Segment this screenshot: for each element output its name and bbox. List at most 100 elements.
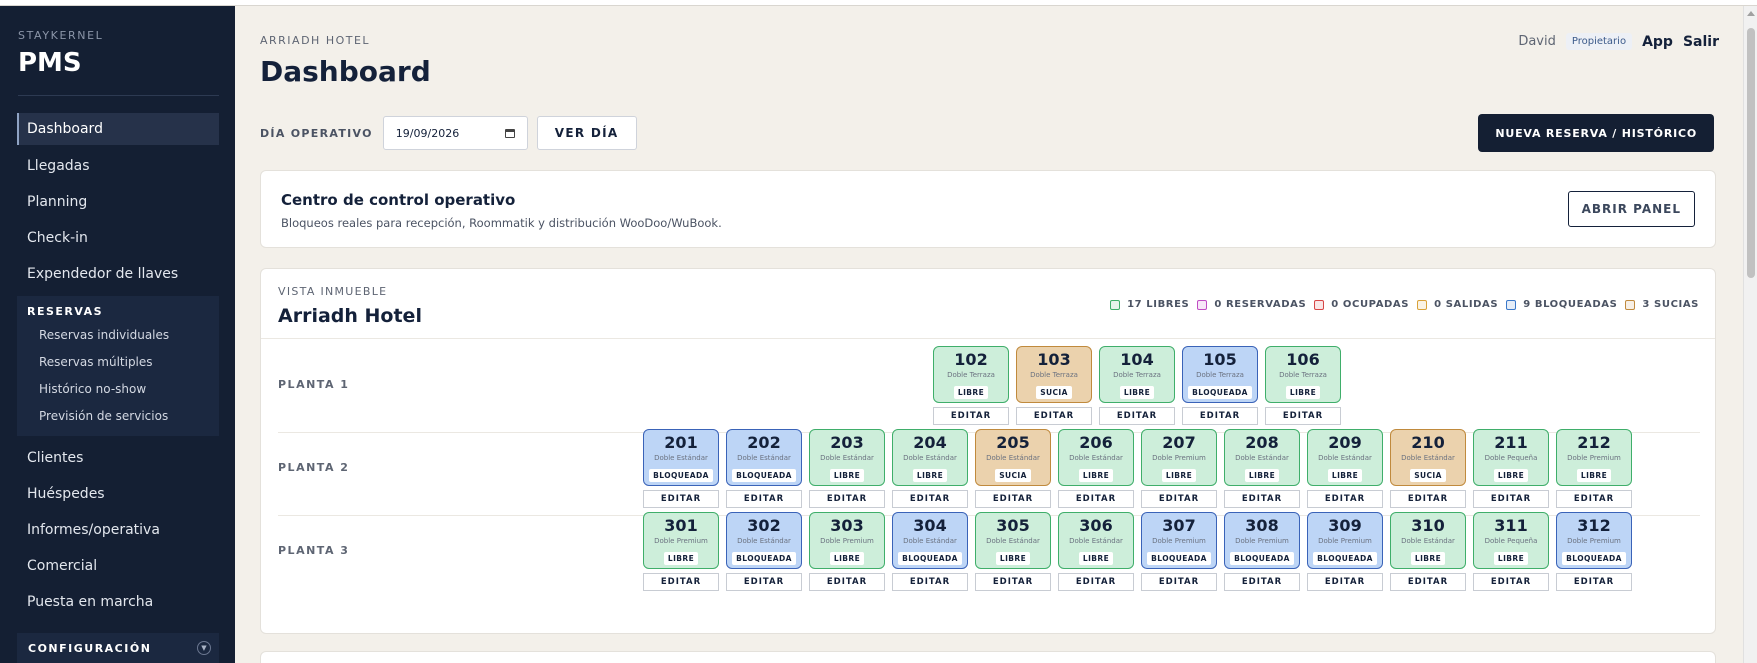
- room-status-badge: LIBRE: [829, 469, 865, 482]
- sidebar-item-historico-no-show[interactable]: Histórico no-show: [17, 376, 219, 403]
- sidebar-item-clientes[interactable]: Clientes: [17, 440, 219, 476]
- room-tile[interactable]: 207 Doble Premium LIBRE: [1141, 429, 1217, 486]
- edit-room-button[interactable]: EDITAR: [1307, 573, 1383, 591]
- scrollbar[interactable]: [1743, 6, 1757, 663]
- legend-label: 3 SUCIAS: [1642, 299, 1699, 310]
- room-status-badge: BLOQUEADA: [1230, 552, 1294, 565]
- floor-row: PLANTA 2 201 Doble Estándar BLOQUEADA EDITAR…: [278, 423, 1700, 516]
- edit-room-button[interactable]: EDITAR: [1473, 573, 1549, 591]
- room-202: 202 Doble Estándar BLOQUEADA EDITAR: [726, 429, 802, 508]
- room-tile[interactable]: 210 Doble Estándar SUCIA: [1390, 429, 1466, 486]
- room-status-badge: LIBRE: [953, 386, 989, 399]
- room-tile[interactable]: 305 Doble Estándar LIBRE: [975, 512, 1051, 569]
- sidebar-item-reservas-multiples[interactable]: Reservas múltiples: [17, 349, 219, 376]
- edit-room-button[interactable]: EDITAR: [643, 573, 719, 591]
- legend-swatch: [1417, 299, 1428, 310]
- scroll-up-icon[interactable]: [1747, 11, 1755, 16]
- sidebar-item-planning[interactable]: Planning: [17, 184, 219, 220]
- chevron-down-icon[interactable]: ▼: [197, 641, 211, 655]
- room-tile[interactable]: 312 Doble Premium BLOQUEADA: [1556, 512, 1632, 569]
- room-302: 302 Doble Estándar BLOQUEADA EDITAR: [726, 512, 802, 591]
- date-value: 19/09/2026: [395, 126, 460, 140]
- sidebar-item-prevision-servicios[interactable]: Previsión de servicios: [17, 403, 219, 430]
- edit-room-button[interactable]: EDITAR: [726, 573, 802, 591]
- room-status-badge: BLOQUEADA: [649, 469, 713, 482]
- room-312: 312 Doble Premium BLOQUEADA EDITAR: [1556, 512, 1632, 591]
- sidebar-group-configuracion[interactable]: CONFIGURACIÓN ▼: [17, 633, 219, 663]
- logout-link[interactable]: Salir: [1683, 34, 1719, 50]
- brand-logo[interactable]: PMS: [18, 48, 82, 78]
- room-tile[interactable]: 206 Doble Estándar LIBRE: [1058, 429, 1134, 486]
- sidebar-item-llegadas[interactable]: Llegadas: [17, 148, 219, 184]
- legend-item: 9 BLOQUEADAS: [1506, 299, 1617, 310]
- user-name: David: [1518, 34, 1556, 49]
- app-link[interactable]: App: [1642, 34, 1673, 50]
- date-input[interactable]: 19/09/2026: [382, 116, 528, 150]
- room-tile[interactable]: 106 Doble Terraza LIBRE: [1265, 346, 1341, 403]
- room-status-badge: SUCIA: [995, 469, 1031, 482]
- room-tile[interactable]: 303 Doble Premium LIBRE: [809, 512, 885, 569]
- sidebar-item-reservas-individuales[interactable]: Reservas individuales: [17, 322, 219, 349]
- sidebar-item-puesta-en-marcha[interactable]: Puesta en marcha: [17, 584, 219, 620]
- room-tile[interactable]: 304 Doble Estándar BLOQUEADA: [892, 512, 968, 569]
- edit-room-button[interactable]: EDITAR: [1058, 573, 1134, 591]
- edit-room-button[interactable]: EDITAR: [809, 573, 885, 591]
- edit-room-button[interactable]: EDITAR: [975, 573, 1051, 591]
- room-tile[interactable]: 301 Doble Premium LIBRE: [643, 512, 719, 569]
- room-tile[interactable]: 308 Doble Premium BLOQUEADA: [1224, 512, 1300, 569]
- room-tile[interactable]: 105 Doble Terraza BLOQUEADA: [1182, 346, 1258, 403]
- room-type: Doble Premium: [1318, 537, 1372, 545]
- hotel-name-subtitle: ARRIADH HOTEL: [260, 34, 371, 47]
- room-number: 311: [1494, 516, 1528, 535]
- room-tile[interactable]: 205 Doble Estándar SUCIA: [975, 429, 1051, 486]
- sidebar-group-title[interactable]: RESERVAS: [17, 302, 219, 322]
- legend-label: 0 RESERVADAS: [1214, 299, 1307, 310]
- room-type: Doble Premium: [1152, 537, 1206, 545]
- room-tile[interactable]: 306 Doble Estándar LIBRE: [1058, 512, 1134, 569]
- sidebar-item-informes[interactable]: Informes/operativa: [17, 512, 219, 548]
- room-type: Doble Estándar: [820, 454, 874, 462]
- room-number: 210: [1411, 433, 1445, 452]
- room-status-badge: LIBRE: [995, 552, 1031, 565]
- room-tile[interactable]: 311 Doble Pequeña LIBRE: [1473, 512, 1549, 569]
- room-number: 208: [1245, 433, 1279, 452]
- new-reservation-button[interactable]: NUEVA RESERVA / HISTÓRICO: [1478, 114, 1714, 152]
- room-tile[interactable]: 310 Doble Estándar LIBRE: [1390, 512, 1466, 569]
- room-308: 308 Doble Premium BLOQUEADA EDITAR: [1224, 512, 1300, 591]
- room-tile[interactable]: 211 Doble Pequeña LIBRE: [1473, 429, 1549, 486]
- room-tile[interactable]: 103 Doble Terraza SUCIA: [1016, 346, 1092, 403]
- room-tile[interactable]: 203 Doble Estándar LIBRE: [809, 429, 885, 486]
- room-tile[interactable]: 309 Doble Premium BLOQUEADA: [1307, 512, 1383, 569]
- edit-room-button[interactable]: EDITAR: [1141, 573, 1217, 591]
- edit-room-button[interactable]: EDITAR: [1224, 573, 1300, 591]
- room-tile[interactable]: 208 Doble Estándar LIBRE: [1224, 429, 1300, 486]
- room-tile[interactable]: 209 Doble Estándar LIBRE: [1307, 429, 1383, 486]
- sidebar-item-check-in[interactable]: Check-in: [17, 220, 219, 256]
- sidebar-item-dashboard[interactable]: Dashboard: [17, 113, 219, 145]
- room-tile[interactable]: 102 Doble Terraza LIBRE: [933, 346, 1009, 403]
- room-tile[interactable]: 212 Doble Premium LIBRE: [1556, 429, 1632, 486]
- scrollbar-thumb[interactable]: [1747, 28, 1755, 278]
- room-309: 309 Doble Premium BLOQUEADA EDITAR: [1307, 512, 1383, 591]
- room-tile[interactable]: 104 Doble Terraza LIBRE: [1099, 346, 1175, 403]
- open-panel-button[interactable]: ABRIR PANEL: [1567, 191, 1695, 227]
- room-tile[interactable]: 307 Doble Premium BLOQUEADA: [1141, 512, 1217, 569]
- room-tile[interactable]: 302 Doble Estándar BLOQUEADA: [726, 512, 802, 569]
- room-tile[interactable]: 202 Doble Estándar BLOQUEADA: [726, 429, 802, 486]
- room-number: 301: [664, 516, 698, 535]
- room-tile[interactable]: 201 Doble Estándar BLOQUEADA: [643, 429, 719, 486]
- room-status-badge: BLOQUEADA: [1313, 552, 1377, 565]
- view-day-button[interactable]: VER DÍA: [536, 116, 637, 150]
- edit-room-button[interactable]: EDITAR: [1556, 573, 1632, 591]
- sidebar-item-huespedes[interactable]: Huéspedes: [17, 476, 219, 512]
- page-title: Dashboard: [260, 55, 431, 88]
- room-205: 205 Doble Estándar SUCIA EDITAR: [975, 429, 1051, 508]
- room-status-badge: LIBRE: [1244, 469, 1280, 482]
- sidebar-item-comercial[interactable]: Comercial: [17, 548, 219, 584]
- room-tile[interactable]: 204 Doble Estándar LIBRE: [892, 429, 968, 486]
- edit-room-button[interactable]: EDITAR: [1390, 573, 1466, 591]
- edit-room-button[interactable]: EDITAR: [892, 573, 968, 591]
- calendar-icon[interactable]: [504, 128, 515, 138]
- legend-item: 0 RESERVADAS: [1197, 299, 1306, 310]
- sidebar-item-expendedor-llaves[interactable]: Expendedor de llaves: [17, 256, 219, 292]
